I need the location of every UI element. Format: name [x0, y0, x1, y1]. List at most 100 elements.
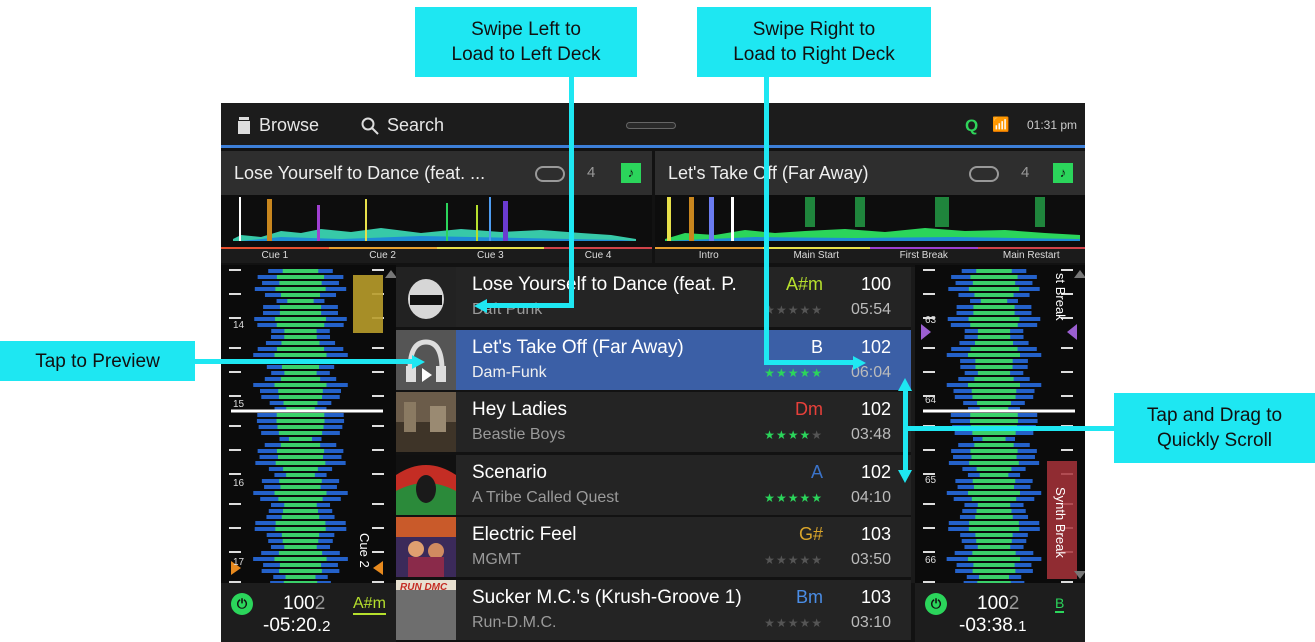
- album-art[interactable]: RUN DMC: [396, 579, 456, 640]
- star-icon[interactable]: ★: [811, 491, 823, 505]
- cue-2-button[interactable]: Cue 2: [328, 247, 437, 263]
- track-row[interactable]: Hey Ladies Beastie Boys Dm 102 03:48 ★★★★★: [396, 392, 911, 452]
- star-icon[interactable]: ★: [799, 366, 811, 380]
- track-list-scrollbar[interactable]: [911, 267, 915, 583]
- track-rating[interactable]: ★★★★★: [764, 491, 823, 505]
- cue-4-button[interactable]: Cue 4: [544, 247, 652, 263]
- left-overview-waveform[interactable]: [221, 195, 652, 247]
- star-icon[interactable]: ★: [776, 366, 788, 380]
- track-rating[interactable]: ★★★★★: [764, 366, 823, 380]
- browse-tab[interactable]: Browse: [237, 115, 319, 136]
- track-row[interactable]: RUN DMC Sucker M.C.'s (Krush-Groove 1) Run…: [396, 579, 911, 640]
- album-art[interactable]: [396, 267, 456, 327]
- track-artist: Dam-Funk: [472, 363, 547, 381]
- right-bpm: 1002: [977, 593, 1020, 614]
- track-row[interactable]: Lose Yourself to Dance (feat. P. Daft Pun…: [396, 267, 911, 327]
- track-key: Bm: [796, 586, 823, 607]
- track-rating[interactable]: ★★★★★: [764, 616, 823, 630]
- track-title: Scenario: [472, 461, 547, 483]
- right-overview-waveform[interactable]: [655, 195, 1085, 247]
- left-vertical-waveform[interactable]: 14 15 16 17 Cue 2: [221, 265, 396, 583]
- right-break-label-bottom: Synth Break: [1053, 487, 1068, 558]
- right-loop-size: 4: [1021, 164, 1030, 181]
- star-icon[interactable]: ★: [776, 553, 788, 567]
- left-cue-bar: Cue 1 Cue 2 Cue 3 Cue 4: [221, 247, 652, 263]
- left-bpm: 1002: [283, 593, 326, 614]
- arrow-right-icon: [853, 356, 866, 370]
- star-icon[interactable]: ★: [811, 616, 823, 630]
- track-row[interactable]: Electric Feel MGMT G# 103 03:50 ★★★★★: [396, 517, 911, 577]
- star-icon[interactable]: ★: [776, 616, 788, 630]
- star-icon[interactable]: ★: [788, 303, 800, 317]
- right-vertical-waveform[interactable]: 63 64 65 66 st Break Synth Break: [915, 265, 1085, 583]
- cue-1-button[interactable]: Cue 1: [221, 247, 329, 263]
- star-icon[interactable]: ★: [799, 303, 811, 317]
- star-icon[interactable]: ★: [788, 553, 800, 567]
- star-icon[interactable]: ★: [799, 428, 811, 442]
- track-duration: 03:10: [850, 613, 891, 631]
- arrow-left-icon: [474, 299, 487, 313]
- star-icon[interactable]: ★: [811, 428, 823, 442]
- star-icon[interactable]: ★: [811, 366, 823, 380]
- album-art[interactable]: [396, 392, 456, 452]
- album-art[interactable]: [396, 517, 456, 577]
- track-rating[interactable]: ★★★★★: [764, 303, 823, 317]
- track-duration: 03:50: [850, 551, 891, 568]
- arrow-right-icon: [412, 355, 425, 369]
- star-icon[interactable]: ★: [799, 491, 811, 505]
- track-rating[interactable]: ★★★★★: [764, 428, 823, 442]
- track-list[interactable]: Lose Yourself to Dance (feat. P. Daft Pun…: [396, 267, 911, 642]
- left-deck-header[interactable]: Lose Yourself to Dance (feat. ... 4 ♪: [221, 151, 652, 195]
- right-marker-65: 65: [925, 475, 937, 486]
- track-key: B: [810, 336, 823, 357]
- star-icon[interactable]: ★: [764, 428, 776, 442]
- right-deck-footer: ⏻ 1002 B -03:38.1: [915, 583, 1085, 642]
- track-artist: MGMT: [472, 551, 521, 568]
- star-icon[interactable]: ★: [788, 616, 800, 630]
- track-bpm: 102: [860, 336, 891, 357]
- star-icon[interactable]: ★: [776, 303, 788, 317]
- album-art[interactable]: [396, 454, 456, 515]
- music-note-icon: ♪: [621, 163, 641, 183]
- star-icon[interactable]: ★: [764, 553, 776, 567]
- left-marker-15: 15: [233, 399, 245, 410]
- left-time-remaining: -05:20.2: [263, 615, 331, 636]
- cue-intro-button[interactable]: Intro: [655, 247, 763, 263]
- star-icon[interactable]: ★: [776, 428, 788, 442]
- track-rating[interactable]: ★★★★★: [764, 553, 823, 567]
- star-icon[interactable]: ★: [811, 303, 823, 317]
- track-key: A: [810, 461, 823, 482]
- track-row[interactable]: Scenario A Tribe Called Quest A 102 04:10 ★★★…: [396, 454, 911, 515]
- star-icon[interactable]: ★: [764, 491, 776, 505]
- track-duration: 03:48: [850, 426, 891, 443]
- drag-handle[interactable]: [626, 122, 676, 129]
- right-time-remaining: -03:38.1: [959, 615, 1027, 636]
- cue-first-break-button[interactable]: First Break: [870, 247, 978, 263]
- cue-3-button[interactable]: Cue 3: [436, 247, 545, 263]
- left-loop-size: 4: [587, 164, 596, 181]
- track-bpm: 103: [860, 524, 891, 544]
- track-artist: A Tribe Called Quest: [472, 488, 619, 506]
- track-bpm: 102: [860, 399, 891, 419]
- loop-icon: [535, 166, 565, 182]
- star-icon[interactable]: ★: [788, 428, 800, 442]
- track-title: Sucker M.C.'s (Krush-Groove 1): [472, 586, 742, 608]
- star-icon[interactable]: ★: [799, 616, 811, 630]
- sync-icon[interactable]: ⏻: [925, 593, 947, 615]
- track-title: Let's Take Off (Far Away): [472, 336, 684, 358]
- right-deck-header[interactable]: Let's Take Off (Far Away) 4 ♪: [655, 151, 1085, 195]
- cue-main-restart-button[interactable]: Main Restart: [977, 247, 1085, 263]
- star-icon[interactable]: ★: [776, 491, 788, 505]
- left-cue-label: Cue 2: [357, 533, 372, 568]
- star-icon[interactable]: ★: [788, 366, 800, 380]
- star-icon[interactable]: ★: [764, 366, 776, 380]
- sync-icon[interactable]: ⏻: [231, 593, 253, 615]
- cue-main-start-button[interactable]: Main Start: [762, 247, 870, 263]
- leader-swipe-right-v: [764, 77, 769, 362]
- star-icon[interactable]: ★: [811, 553, 823, 567]
- star-icon[interactable]: ★: [799, 553, 811, 567]
- search-tab[interactable]: Search: [361, 115, 444, 136]
- callout-swipe-right: Swipe Right to Load to Right Deck: [697, 7, 931, 77]
- star-icon[interactable]: ★: [764, 616, 776, 630]
- star-icon[interactable]: ★: [788, 491, 800, 505]
